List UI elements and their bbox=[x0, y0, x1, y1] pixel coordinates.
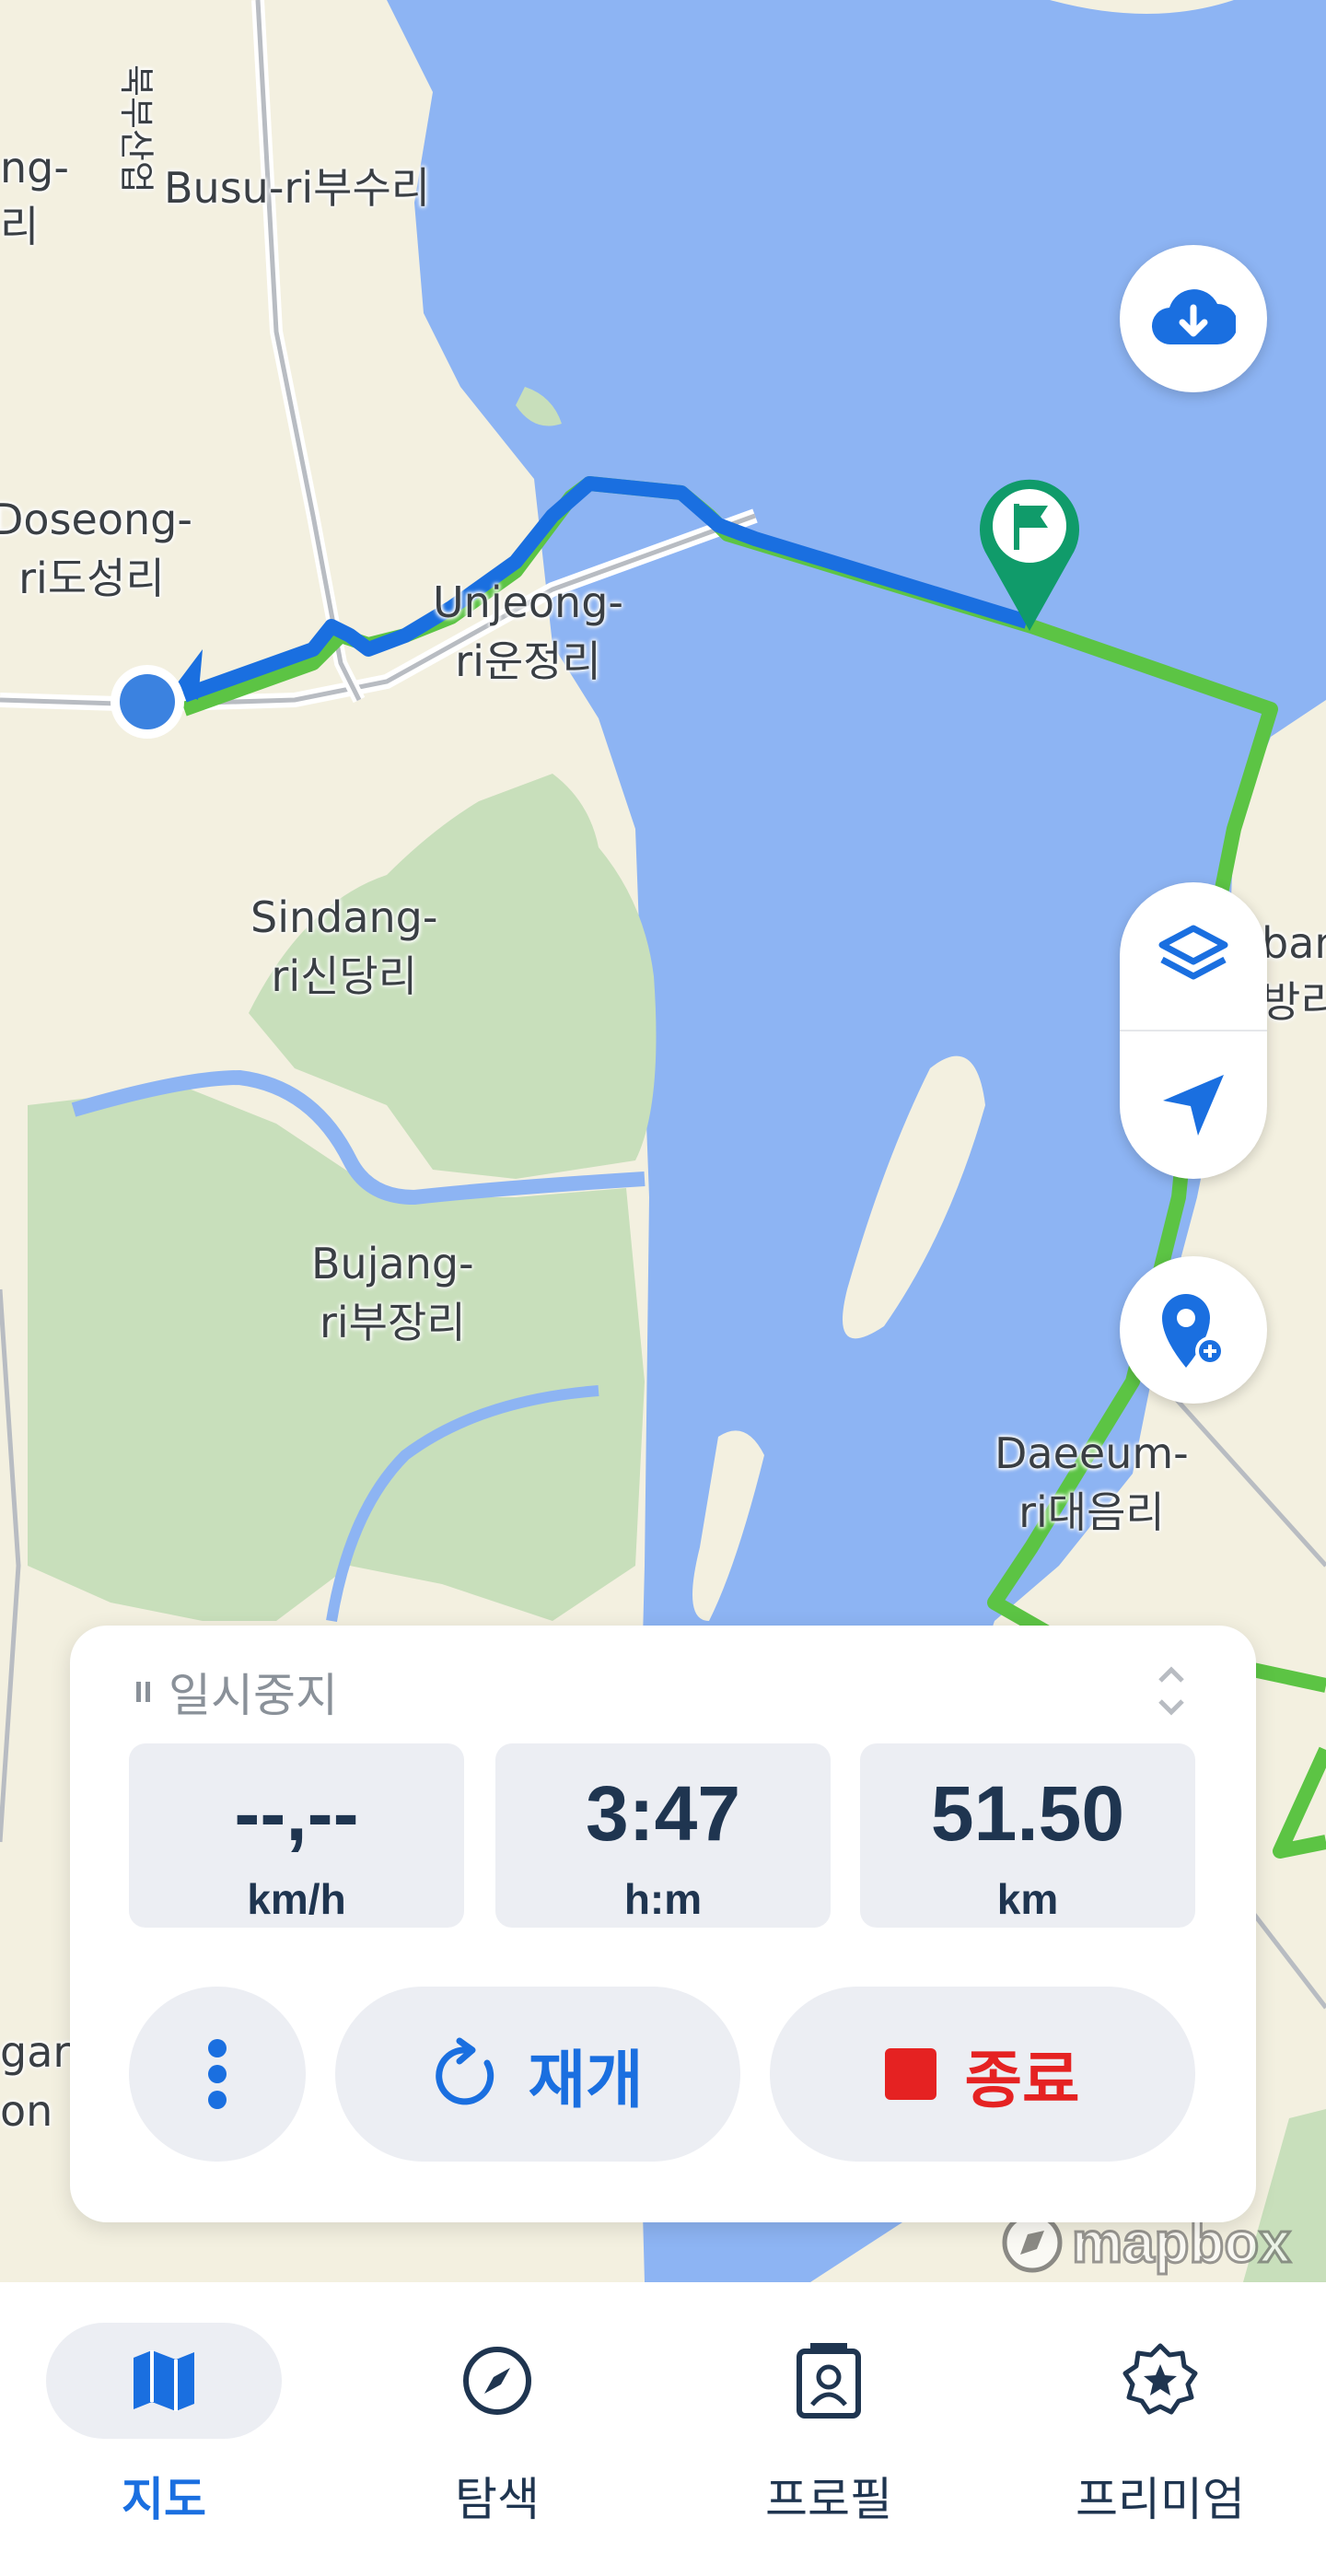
cloud-download-icon bbox=[1151, 289, 1236, 345]
status-text: 일시중지 bbox=[169, 1669, 338, 1722]
map-label-gar: gar on bbox=[0, 2027, 71, 2136]
stop-label: 종료 bbox=[964, 2044, 1080, 2117]
resume-button[interactable]: 재개 bbox=[335, 1987, 740, 2162]
more-vertical-icon bbox=[208, 2039, 227, 2109]
map-icon bbox=[134, 2350, 194, 2411]
download-map-button[interactable] bbox=[1120, 245, 1267, 392]
add-poi-button[interactable] bbox=[1120, 1256, 1267, 1404]
time-unit: h:m bbox=[623, 1875, 703, 1923]
nav-item-premium[interactable]: 프리미엄 bbox=[1022, 2323, 1298, 2529]
map-label-daeeum: Daeeum-ri대음리 bbox=[994, 1428, 1189, 1537]
time-value: 3:47 bbox=[585, 1770, 741, 1857]
chevron-up-down-icon bbox=[1158, 1666, 1184, 1716]
destination-flag-icon[interactable] bbox=[976, 474, 1083, 633]
refresh-icon bbox=[436, 2037, 494, 2105]
premium-icon bbox=[1122, 2343, 1198, 2415]
nav-label-map: 지도 bbox=[122, 2473, 206, 2526]
nav-premium-icon-wrap bbox=[1068, 2323, 1252, 2439]
nav-item-profile[interactable]: 프로필 bbox=[691, 2323, 967, 2529]
more-options-button[interactable] bbox=[129, 1987, 306, 2162]
nav-label-profile: 프로필 bbox=[765, 2473, 892, 2526]
time-stat: 3:47 h:m bbox=[495, 1743, 831, 1928]
pause-icon bbox=[136, 1682, 150, 1702]
nav-explore-icon-wrap bbox=[405, 2323, 589, 2439]
layers-button[interactable] bbox=[1120, 882, 1267, 1032]
resume-label: 재개 bbox=[528, 2044, 644, 2117]
nav-map-highlight bbox=[46, 2323, 282, 2439]
nav-item-map[interactable]: 지도 bbox=[26, 2323, 302, 2529]
map-label-road: 북부산업 bbox=[116, 64, 157, 193]
compass-icon bbox=[463, 2347, 531, 2415]
nav-label-explore: 탐색 bbox=[455, 2473, 540, 2526]
speed-value: --,-- bbox=[234, 1770, 359, 1857]
add-location-pin-icon bbox=[1162, 1294, 1225, 1368]
recording-card: 일시중지 --,-- km/h 3:47 h:m 51.50 km 재개 종료 bbox=[70, 1626, 1256, 2222]
nav-label-premium: 프리미엄 bbox=[1076, 2473, 1245, 2526]
speed-stat: --,-- km/h bbox=[129, 1743, 464, 1928]
distance-unit: km bbox=[996, 1875, 1059, 1923]
distance-stat: 51.50 km bbox=[860, 1743, 1195, 1928]
nav-profile-icon-wrap bbox=[737, 2323, 921, 2439]
stop-button[interactable]: 종료 bbox=[770, 1987, 1195, 2162]
layers-icon bbox=[1158, 925, 1228, 980]
map-label-sindang: Sindang-ri신당리 bbox=[250, 892, 438, 1001]
map-label-ban: ban방리 bbox=[1262, 918, 1326, 1027]
map-controls-group bbox=[1120, 882, 1267, 1179]
nav-item-explore[interactable]: 탐색 bbox=[359, 2323, 635, 2529]
profile-icon bbox=[797, 2343, 861, 2419]
map-label-ng: ng- 리 bbox=[0, 143, 69, 251]
speed-unit: km/h bbox=[247, 1875, 346, 1923]
distance-value: 51.50 bbox=[930, 1770, 1125, 1857]
status-row: 일시중지 bbox=[136, 1659, 338, 1725]
map-label-doseong: Doseong-ri도성리 bbox=[0, 495, 192, 603]
map-label-bujang: Bujang-ri부장리 bbox=[311, 1239, 474, 1347]
recenter-location-button[interactable] bbox=[1120, 1032, 1267, 1179]
bottom-navigation: 지도 탐색 프로필 프리미엄 bbox=[0, 2282, 1326, 2576]
navigation-arrow-icon bbox=[1163, 1075, 1224, 1136]
stop-icon bbox=[885, 2048, 937, 2100]
expand-toggle[interactable] bbox=[1153, 1659, 1190, 1723]
map-label-unjeong: Unjeong-ri운정리 bbox=[433, 577, 623, 686]
map-label-busu: Busu-ri부수리 bbox=[164, 163, 431, 213]
